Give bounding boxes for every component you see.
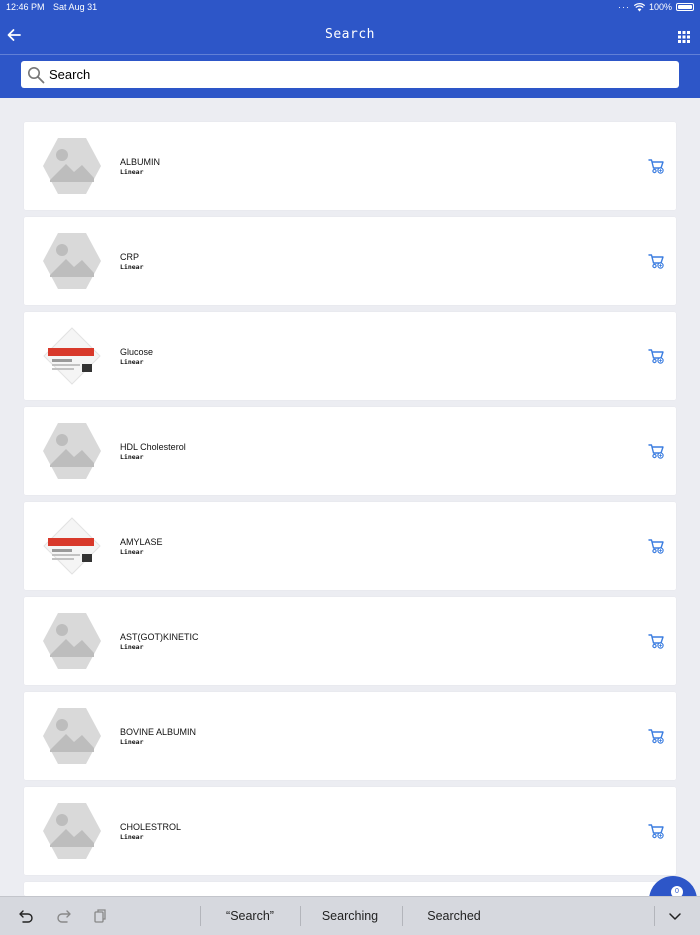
product-card[interactable]: HDL Cholesterol Linear [24,407,676,495]
battery-icon [676,3,694,11]
product-card[interactable]: AST(GOT)KINETIC Linear [24,597,676,685]
image-placeholder-icon [43,423,101,479]
app-header: Search [0,14,700,98]
search-input[interactable] [49,67,649,82]
image-placeholder-icon [43,613,101,669]
suggestion-1[interactable]: “Search” [200,909,300,923]
add-to-cart-icon[interactable] [648,633,666,649]
product-name: AST(GOT)KINETIC [120,632,199,642]
product-card[interactable] [24,882,676,896]
product-name: BOVINE ALBUMIN [120,727,197,737]
add-to-cart-icon[interactable] [648,538,666,554]
product-subtitle: Linear [120,643,144,651]
add-to-cart-icon[interactable] [648,253,666,269]
undo-icon[interactable] [18,908,34,924]
product-card[interactable]: ALBUMIN Linear [24,122,676,210]
status-bar: 12:46 PM Sat Aug 31 ··· 100% [0,0,700,14]
image-placeholder-icon [43,138,101,194]
product-box-image [43,327,101,385]
product-card[interactable]: Glucose Linear [24,312,676,400]
suggestion-3[interactable]: Searched [402,909,506,923]
status-time: 12:46 PM [6,2,45,12]
page-title: Search [325,26,375,42]
product-subtitle: Linear [120,833,144,841]
product-subtitle: Linear [120,358,144,366]
redo-icon[interactable] [56,908,72,924]
add-to-cart-icon[interactable] [648,823,666,839]
product-name: CRP [120,252,140,262]
product-card[interactable]: AMYLASE Linear [24,502,676,590]
product-name: Glucose [120,347,154,357]
status-date: Sat Aug 31 [53,2,98,12]
product-subtitle: Linear [120,548,144,556]
suggestion-2[interactable]: Searching [300,909,400,923]
wifi-icon [633,2,645,11]
paste-icon[interactable] [92,908,108,924]
battery-percent: 100% [648,2,672,12]
image-placeholder-icon [43,708,101,764]
product-card[interactable]: CHOLESTROL Linear [24,787,676,875]
keyboard-shortcut-bar: “Search” Searching Searched [0,896,700,935]
product-subtitle: Linear [120,453,144,461]
add-to-cart-icon[interactable] [648,348,666,364]
search-icon [28,66,45,83]
status-left: 12:46 PM Sat Aug 31 [6,2,103,12]
product-name: CHOLESTROL [120,822,182,832]
product-name: HDL Cholesterol [120,442,186,452]
image-placeholder-icon [43,803,101,859]
nav-bar: Search [0,14,700,55]
back-arrow-icon[interactable] [6,27,22,43]
product-name: ALBUMIN [120,157,161,167]
search-bar[interactable] [21,61,679,88]
product-subtitle: Linear [120,263,144,271]
product-subtitle: Linear [120,168,144,176]
product-box-image [43,517,101,575]
product-card[interactable]: BOVINE ALBUMIN Linear [24,692,676,780]
grid-menu-icon[interactable] [678,31,690,43]
product-card[interactable]: CRP Linear [24,217,676,305]
product-list: ALBUMIN Linear CRP Linear Glucose Linear HDL C… [24,122,676,896]
suggestion-divider [654,906,655,926]
product-name: AMYLASE [120,537,163,547]
product-subtitle: Linear [120,738,144,746]
more-dots-icon: ··· [617,2,630,12]
add-to-cart-icon[interactable] [648,158,666,174]
image-placeholder-icon [43,233,101,289]
add-to-cart-icon[interactable] [648,443,666,459]
add-to-cart-icon[interactable] [648,728,666,744]
status-right: ··· 100% [618,2,694,12]
keyboard-dismiss-icon[interactable] [667,909,683,925]
